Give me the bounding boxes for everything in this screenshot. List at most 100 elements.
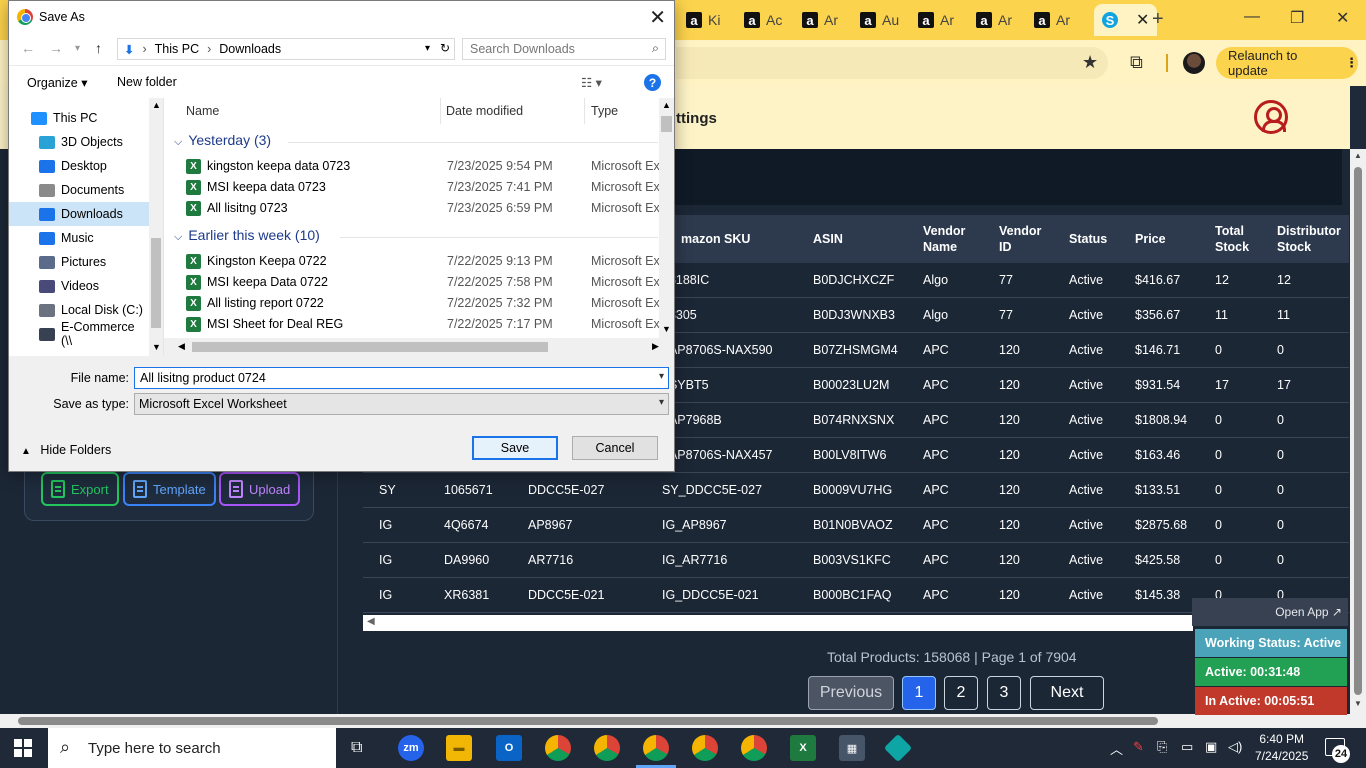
new-tab-icon[interactable]: +: [1152, 8, 1164, 31]
file-row[interactable]: X MSI keepa data 0723 7/23/2025 7:41 PM Mic…: [186, 177, 666, 198]
up-arrow-icon[interactable]: ↑: [95, 40, 102, 56]
recent-chevron-icon[interactable]: ▾: [75, 43, 80, 54]
organize-menu[interactable]: Organize ▾: [27, 75, 87, 90]
save-button[interactable]: Save: [472, 436, 558, 460]
restore-icon[interactable]: ❐: [1290, 8, 1304, 28]
nav-item-e-commerce[interactable]: E-Commerce (\\: [9, 320, 149, 348]
view-options-icon[interactable]: ☷ ▾: [581, 75, 602, 90]
table-row[interactable]: IG 4Q6674 AP8967 IG_AP8967 B01N0BVAOZ APC 120 A…: [363, 508, 1349, 543]
bookmark-star-icon[interactable]: ★: [1082, 52, 1098, 73]
active-tab[interactable]: S ✕: [1094, 4, 1158, 36]
file-row[interactable]: Xkingston keepa data 0723 7/23/2025 9:54 …: [186, 156, 666, 177]
tray-chevron-icon[interactable]: ︿: [1110, 739, 1123, 758]
relaunch-button[interactable]: Relaunch to update ⋮: [1216, 47, 1358, 79]
minimize-icon[interactable]: —: [1244, 8, 1260, 26]
files-scroll-up-icon[interactable]: ▲: [662, 100, 671, 110]
column-header[interactable]: Vendor Name: [923, 223, 965, 255]
new-folder-button[interactable]: New folder: [117, 75, 177, 89]
export-button[interactable]: Export: [41, 472, 119, 506]
save-as-type-select[interactable]: Microsoft Excel Worksheet ▾: [134, 393, 669, 415]
column-header[interactable]: Vendor ID: [999, 223, 1041, 255]
outlook-icon[interactable]: O: [496, 735, 522, 761]
nav-item-this-pc[interactable]: This PC: [9, 106, 149, 130]
column-header[interactable]: mazon SKU: [681, 231, 750, 247]
browser-tab[interactable]: a Ar: [976, 6, 1012, 34]
save-as-type-dropdown-icon[interactable]: ▾: [659, 397, 664, 408]
address-bar[interactable]: [676, 47, 1108, 79]
nav-pane-scrollbar[interactable]: ▲ ▼: [149, 98, 163, 356]
file-row[interactable]: X All lisitng 0723 7/23/2025 6:59 PM Micros…: [186, 198, 666, 219]
column-header[interactable]: Distributor Stock: [1277, 223, 1341, 255]
network-icon[interactable]: ▣: [1205, 739, 1217, 755]
browser-tab[interactable]: a Ar: [1034, 6, 1070, 34]
file-row[interactable]: X MSI Sheet for Deal REG 7/22/2025 7:17 PM…: [186, 314, 666, 335]
back-arrow-icon[interactable]: ←: [21, 40, 35, 56]
page-vertical-scroll-thumb[interactable]: [1354, 167, 1362, 695]
browser-tab[interactable]: a Ar: [802, 6, 838, 34]
search-downloads-input[interactable]: Search Downloads ⌕: [462, 38, 666, 60]
file-name-input[interactable]: All lisitng product 0724 ▾: [134, 367, 669, 389]
tray-app-icon[interactable]: ⎘: [1157, 739, 1167, 755]
chrome-app-icon[interactable]: [692, 735, 718, 761]
files-scroll-down-icon[interactable]: ▼: [662, 324, 671, 334]
user-account-icon[interactable]: [1254, 100, 1288, 134]
browser-tab[interactable]: a Au: [860, 6, 899, 34]
scroll-down-icon[interactable]: ▼: [1354, 699, 1362, 708]
file-row[interactable]: X MSI keepa Data 0722 7/22/2025 7:58 PM Mic…: [186, 272, 666, 293]
cancel-button[interactable]: Cancel: [572, 436, 658, 460]
browser-tab[interactable]: a Ki: [686, 6, 720, 34]
chrome-app-icon[interactable]: [741, 735, 767, 761]
file-name-dropdown-icon[interactable]: ▾: [659, 371, 664, 382]
browser-tab[interactable]: a Ac: [744, 6, 782, 34]
column-header[interactable]: Total Stock: [1215, 223, 1249, 255]
page-horizontal-scrollbar[interactable]: [0, 714, 1366, 728]
file-list-vertical-scrollbar[interactable]: ▲ ▼: [659, 98, 674, 338]
table-row[interactable]: IG DA9960 AR7716 IG_AR7716 B003VS1KFC APC 120 A…: [363, 543, 1349, 578]
tray-pdf-icon[interactable]: ✎: [1133, 739, 1144, 755]
nav-item-3d-objects[interactable]: 3D Objects: [9, 130, 149, 154]
forward-arrow-icon[interactable]: →: [49, 40, 63, 56]
page-vertical-scrollbar[interactable]: ▲ ▼: [1350, 149, 1366, 714]
calculator-icon[interactable]: ▦: [839, 735, 865, 761]
breadcrumb-this-pc[interactable]: This PC: [155, 42, 199, 56]
chrome-app-icon[interactable]: [594, 735, 620, 761]
column-header[interactable]: ASIN: [813, 231, 843, 247]
open-app-button[interactable]: Open App ↗: [1192, 598, 1348, 626]
zoom-app-icon[interactable]: zm: [398, 735, 424, 761]
profile-avatar[interactable]: [1183, 52, 1205, 74]
refresh-icon[interactable]: ↻: [440, 41, 450, 55]
file-explorer-icon[interactable]: ▬: [446, 735, 472, 761]
nav-item-desktop[interactable]: Desktop: [9, 154, 149, 178]
page-3-button[interactable]: 3: [987, 676, 1021, 710]
app-diamond-icon[interactable]: [883, 733, 913, 763]
file-list-h-scroll-thumb[interactable]: [192, 342, 548, 352]
browser-tab[interactable]: a Ar: [918, 6, 954, 34]
file-list-horizontal-scrollbar[interactable]: ◀ ▶: [164, 338, 674, 356]
nav-settings[interactable]: ttings: [676, 110, 717, 127]
hide-folders-toggle[interactable]: ▲ Hide Folders: [21, 443, 111, 457]
tab-close-icon[interactable]: ✕: [1136, 10, 1149, 30]
extensions-icon[interactable]: ⧉: [1130, 52, 1143, 73]
dialog-close-icon[interactable]: ✕: [649, 5, 666, 30]
page-1-button[interactable]: 1: [902, 676, 936, 710]
template-button[interactable]: Template: [123, 472, 216, 506]
nav-scroll-down-icon[interactable]: ▼: [152, 342, 161, 352]
task-view-icon[interactable]: ⧉: [351, 739, 362, 757]
taskbar-search-box[interactable]: ⌕ Type here to search: [48, 728, 336, 768]
help-icon[interactable]: ?: [644, 74, 661, 91]
file-row[interactable]: X Kingston Keepa 0722 7/22/2025 9:13 PM Mic…: [186, 251, 666, 272]
page-2-button[interactable]: 2: [944, 676, 978, 710]
nav-item-music[interactable]: Music: [9, 226, 149, 250]
breadcrumb-dropdown-icon[interactable]: ▾: [425, 43, 430, 54]
battery-icon[interactable]: ▭: [1181, 739, 1193, 755]
upload-button[interactable]: Upload: [219, 472, 301, 506]
column-name[interactable]: Name: [186, 104, 219, 118]
table-horizontal-scrollbar[interactable]: ◀: [363, 615, 1193, 631]
column-date-modified[interactable]: Date modified: [446, 104, 523, 118]
files-scroll-left-icon[interactable]: ◀: [178, 341, 185, 352]
nav-scroll-up-icon[interactable]: ▲: [152, 100, 161, 110]
file-group-header[interactable]: ⌵ Earlier this week (10): [174, 227, 320, 244]
nav-item-local-disk-c[interactable]: Local Disk (C:): [9, 298, 149, 322]
file-list-scroll-thumb[interactable]: [661, 116, 672, 132]
windows-start-icon[interactable]: [14, 739, 32, 757]
